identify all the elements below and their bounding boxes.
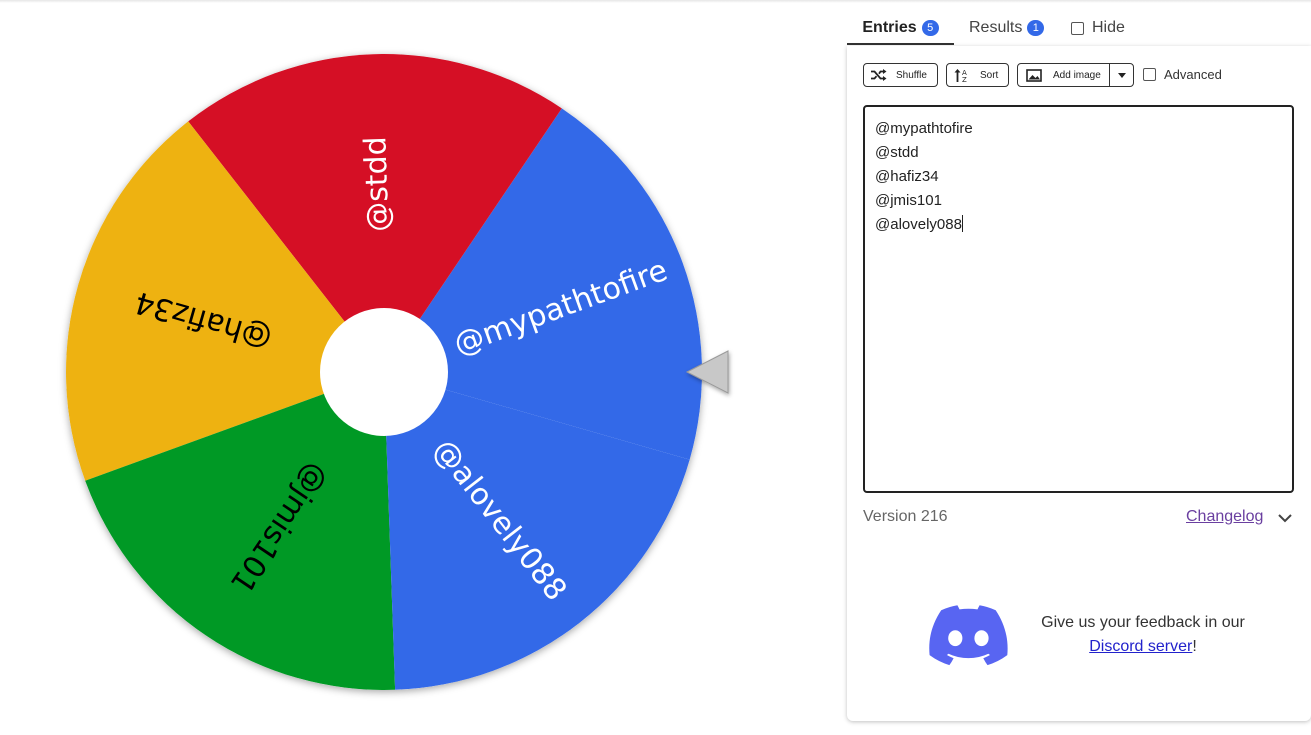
advanced-checkbox-box[interactable] <box>1143 68 1156 81</box>
version-row: Version 216 Changelog <box>863 506 1295 528</box>
sort-label: Sort <box>980 69 999 81</box>
tab-entries-label: Entries <box>862 19 917 36</box>
advanced-checkbox[interactable]: Advanced <box>1143 67 1222 82</box>
add-image-label: Add image <box>1053 69 1101 81</box>
entries-count-badge: 5 <box>921 20 939 36</box>
hide-checkbox[interactable]: Hide <box>1071 19 1125 37</box>
shuffle-button[interactable]: Shuffle <box>863 63 938 87</box>
wheel-center-hub[interactable] <box>320 308 448 436</box>
sort-button[interactable]: AZ Sort <box>946 63 1009 87</box>
results-count-badge: 1 <box>1027 20 1045 36</box>
chevron-down-icon[interactable] <box>1278 510 1292 528</box>
entries-textarea[interactable]: @mypathtofire @stdd @hafiz34 @jmis101 @a… <box>863 105 1294 493</box>
spin-wheel[interactable]: @mypathtofire@stdd@hafiz34@jmis101 @alove… <box>0 0 800 735</box>
tab-results-label: Results <box>969 19 1023 36</box>
shuffle-icon <box>871 69 887 81</box>
hide-checkbox-box[interactable] <box>1071 21 1084 35</box>
changelog-link[interactable]: Changelog <box>1186 508 1263 526</box>
entry-line-last: @alovely088 <box>875 213 1282 237</box>
tab-entries[interactable]: Entries 5 <box>847 14 954 46</box>
caret-down-icon <box>1117 72 1126 78</box>
feedback-message: Give us your feedback in our <box>1041 614 1245 631</box>
image-icon <box>1026 68 1042 82</box>
entry-line: @hafiz34 <box>875 168 939 185</box>
tab-bar: Entries 5 Results 1 Hide <box>847 0 1311 46</box>
feedback-text: Give us your feedback in our Discord ser… <box>1038 611 1248 659</box>
tab-results[interactable]: Results 1 <box>969 14 1045 46</box>
text-cursor <box>961 215 963 232</box>
hide-label: Hide <box>1092 19 1125 36</box>
discord-server-link[interactable]: Discord server <box>1089 638 1192 655</box>
svg-text:Z: Z <box>962 76 967 83</box>
active-tab-indicator <box>847 43 954 45</box>
feedback-section: Give us your feedback in our Discord ser… <box>925 601 1245 671</box>
feedback-suffix: ! <box>1192 638 1197 655</box>
wheel-segment-label: @stdd <box>358 136 396 233</box>
add-image-button[interactable]: Add image <box>1017 63 1134 87</box>
entry-line: @stdd <box>875 144 919 161</box>
advanced-label: Advanced <box>1164 67 1222 82</box>
entry-line: @mypathtofire <box>875 120 973 137</box>
version-text: Version 216 <box>863 508 948 525</box>
add-image-dropdown-button[interactable] <box>1109 64 1133 86</box>
discord-icon[interactable] <box>928 605 1008 672</box>
entry-line-text: @alovely088 <box>875 216 962 233</box>
entries-panel: Shuffle AZ Sort Add image Advanced @mypa… <box>847 46 1311 721</box>
entries-toolbar: Shuffle AZ Sort Add image Advanced <box>863 63 1303 89</box>
wheel-area[interactable]: @mypathtofire @stdd @hafiz34 @jmis101 @alove… <box>0 0 800 735</box>
entry-line: @jmis101 <box>875 192 942 209</box>
shuffle-label: Shuffle <box>896 69 927 81</box>
sort-icon: AZ <box>954 68 970 83</box>
